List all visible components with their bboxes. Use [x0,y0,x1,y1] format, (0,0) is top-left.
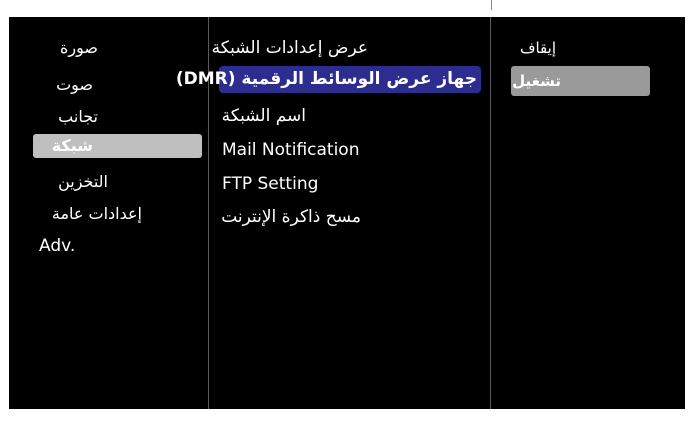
category-item-network[interactable]: شبكة [33,134,202,158]
value-on[interactable]: تشغيل [511,66,650,96]
top-edge-mark [491,0,492,10]
category-item-advanced[interactable]: Adv. [39,234,208,258]
category-item-general-settings[interactable]: إعدادات عامة [38,202,142,226]
option-network-name[interactable]: اسم الشبكة [221,104,306,128]
value-on-label: تشغيل [512,72,561,90]
option-ftp-setting[interactable]: FTP Setting [222,172,484,196]
value-off[interactable]: إيقاف [511,36,556,60]
category-item-tiling[interactable]: تجانب [38,105,98,129]
option-network-settings-display[interactable]: عرض إعدادات الشبكة [212,36,368,60]
category-item-network-label: شبكة [51,136,93,155]
option-mail-notification[interactable]: Mail Notification [222,138,484,162]
option-dmr-label: جهاز عرض الوسائط الرقمية (DMR) [175,69,477,89]
option-dmr[interactable]: جهاز عرض الوسائط الرقمية (DMR) [175,66,481,93]
option-clear-internet-memory[interactable]: مسح ذاكرة الإنترنت [221,205,361,229]
category-item-picture[interactable]: صورة [38,36,98,60]
category-item-storage[interactable]: التخزين [38,170,108,194]
column-divider-right [490,17,491,409]
category-item-sound[interactable]: صوت [38,73,93,97]
